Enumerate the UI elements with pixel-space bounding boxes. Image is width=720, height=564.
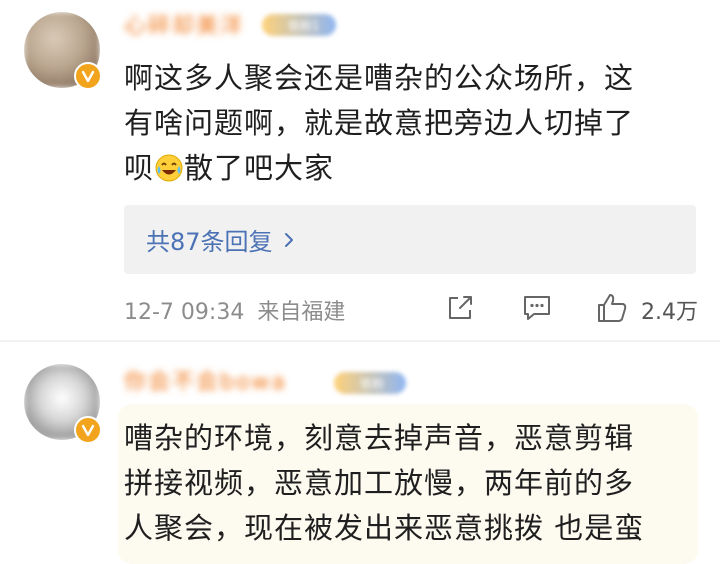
username[interactable]: 心碎却美洋 [124, 8, 244, 40]
replies-label: 共87条回复 [146, 228, 273, 256]
fan-badge: 铁粉1 [262, 14, 336, 36]
username[interactable]: 你会不会bowa [124, 364, 287, 396]
comment-icon[interactable] [522, 294, 552, 322]
comment-meta: 12-7 09:34 来自福建 [124, 294, 345, 326]
like-icon[interactable] [596, 292, 628, 324]
location: 来自福建 [257, 300, 346, 325]
comment-item: 你会不会bowa 铁粉 嘈杂的环境，刻意去掉声音，恶意剪辑 拼接视频，恶意加工放… [0, 342, 720, 564]
chevron-right-icon [284, 232, 293, 247]
comment-text: 啊这多人聚会还是嘈杂的公众场所，这 有啥问题啊，就是故意把旁边人切掉了 呗 散了… [124, 61, 635, 185]
comment-text: 嘈杂的环境，刻意去掉声音，恶意剪辑 拼接视频，恶意加工放慢，两年前的多 人聚会，… [124, 421, 645, 545]
fan-badge: 铁粉 [334, 372, 406, 394]
like-count: 2.4万 [641, 300, 698, 325]
verified-icon [74, 416, 102, 444]
comment-item: 心碎却美洋 铁粉1 啊这多人聚会还是嘈杂的公众场所，这 有啥问题啊，就是故意把旁… [0, 0, 720, 340]
laughing-crying-emoji-icon [154, 151, 184, 182]
verified-icon [74, 62, 102, 90]
view-replies-button[interactable]: 共87条回复 [124, 205, 696, 274]
share-icon[interactable] [446, 294, 474, 322]
timestamp: 12-7 09:34 [124, 300, 245, 325]
